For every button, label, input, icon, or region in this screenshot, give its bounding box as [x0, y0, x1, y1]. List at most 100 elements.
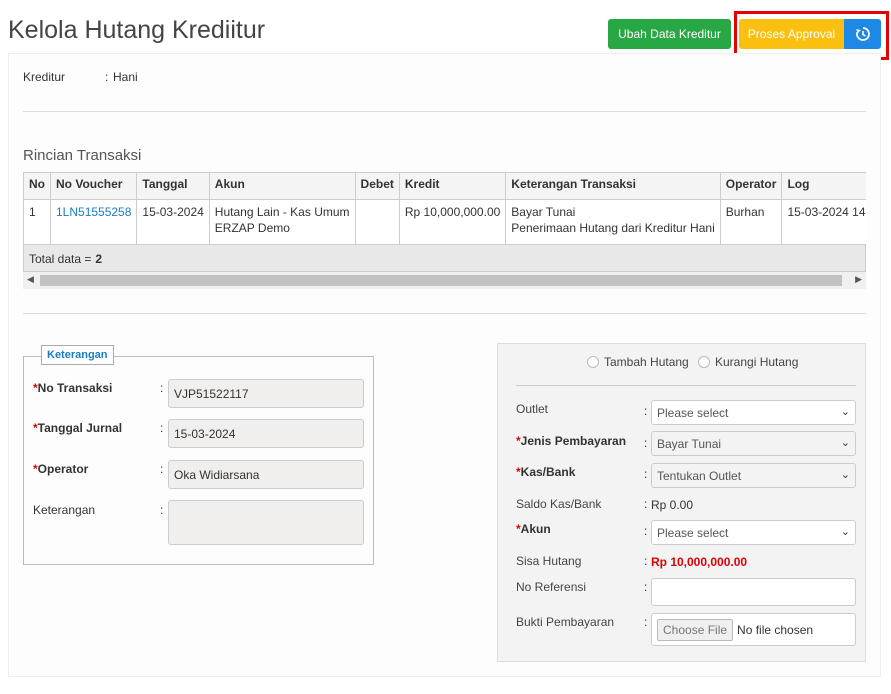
no-referensi-label: No Referensi: [516, 580, 587, 594]
radio-tambah-hutang[interactable]: Tambah Hutang: [587, 355, 689, 369]
operator-label-text: Operator: [37, 462, 89, 476]
scrollbar-thumb[interactable]: [40, 275, 842, 286]
col-voucher[interactable]: No Voucher: [49, 172, 138, 200]
cell-voucher: 1LN51555258: [49, 199, 138, 245]
bukti-pembayaran-file-input[interactable]: Choose File No file chosen: [651, 613, 856, 646]
colon: :: [644, 497, 648, 511]
radio-tambah-label: Tambah Hutang: [604, 355, 689, 369]
no-transaksi-label: *No Transaksi: [33, 381, 112, 395]
tanggal-jurnal-label: *Tanggal Jurnal: [33, 421, 122, 435]
chevron-down-icon: ⌄: [840, 526, 850, 538]
cell-no: 1: [23, 199, 51, 245]
operator-field[interactable]: Oka Widiarsana: [168, 460, 364, 489]
file-status: No file chosen: [737, 622, 814, 637]
cell-keterangan: Bayar Tunai Penerimaan Hutang dari Kredit…: [505, 199, 721, 245]
total-data: Total data = 2: [23, 244, 866, 272]
divider: [23, 111, 866, 112]
colon: :: [160, 462, 164, 476]
divider: [516, 385, 856, 386]
col-no[interactable]: No: [23, 172, 51, 200]
outlet-select[interactable]: Please select ⌄: [651, 400, 856, 425]
radio-kurangi-label: Kurangi Hutang: [715, 355, 799, 369]
scroll-right-icon[interactable]: ▶: [855, 274, 862, 285]
colon: :: [644, 436, 648, 450]
divider: [23, 313, 866, 314]
tanggal-jurnal-field[interactable]: 15-03-2024: [168, 419, 364, 448]
bukti-pembayaran-label: Bukti Pembayaran: [516, 615, 615, 629]
operator-label: *Operator: [33, 462, 88, 476]
colon: :: [644, 615, 648, 629]
radio-kurangi-hutang[interactable]: Kurangi Hutang: [698, 355, 798, 369]
keterangan-line-1: Bayar Tunai: [511, 205, 576, 219]
akun-select-value: Please select: [657, 526, 729, 540]
col-kredit[interactable]: Kredit: [398, 172, 507, 200]
keterangan-label: Keterangan: [33, 503, 96, 517]
col-operator[interactable]: Operator: [719, 172, 783, 200]
akun-label: *Akun: [516, 522, 551, 536]
total-value: 2: [95, 252, 103, 266]
proses-approval-button[interactable]: Proses Approval: [739, 19, 844, 49]
colon: :: [160, 421, 164, 435]
kas-bank-select-value: Tentukan Outlet: [657, 469, 742, 483]
cell-akun: Hutang Lain - Kas Umum ERZAP Demo: [208, 199, 356, 245]
kas-bank-label-text: Kas/Bank: [520, 465, 576, 479]
scroll-left-icon[interactable]: ◀: [27, 274, 34, 285]
ubah-data-kreditur-button[interactable]: Ubah Data Kreditur: [608, 19, 731, 49]
radio-circle[interactable]: [698, 356, 710, 368]
saldo-kas-bank-label: Saldo Kas/Bank: [516, 497, 602, 511]
chevron-down-icon: ⌄: [840, 406, 850, 418]
kreditur-colon: :: [105, 70, 109, 84]
rincian-transaksi-title: Rincian Transaksi: [23, 147, 142, 164]
no-transaksi-label-text: No Transaksi: [37, 381, 113, 395]
transaction-table: No No Voucher Tanggal Akun Debet Kredit …: [23, 172, 866, 245]
horizontal-scrollbar[interactable]: ◀ ▶: [23, 272, 866, 289]
keterangan-textarea[interactable]: [168, 500, 364, 545]
cell-operator: Burhan: [719, 199, 783, 245]
akun-line-2: ERZAP Demo: [214, 221, 290, 235]
outlet-select-value: Please select: [657, 406, 729, 420]
keterangan-line-2: Penerimaan Hutang dari Kreditur Hani: [511, 221, 715, 235]
colon: :: [644, 554, 648, 568]
kas-bank-select[interactable]: Tentukan Outlet ⌄: [651, 463, 856, 488]
chevron-down-icon: ⌄: [840, 437, 850, 449]
history-button[interactable]: [844, 19, 881, 49]
col-log[interactable]: Log: [781, 172, 866, 200]
col-akun[interactable]: Akun: [208, 172, 356, 200]
akun-line-1: Hutang Lain - Kas Umum: [214, 205, 350, 219]
colon: :: [644, 467, 648, 481]
tanggal-jurnal-label-text: Tanggal Jurnal: [37, 421, 123, 435]
radio-circle[interactable]: [587, 356, 599, 368]
no-referensi-input[interactable]: [651, 578, 856, 606]
saldo-kas-bank-value: Rp 0.00: [651, 498, 694, 512]
total-label: Total data =: [29, 252, 92, 266]
colon: :: [644, 580, 648, 594]
cell-log: 15-03-2024 14:53:57 +: [781, 199, 866, 245]
history-icon: [855, 27, 870, 41]
jenis-pembayaran-select-value: Bayar Tunai: [657, 437, 722, 451]
sisa-hutang-value: Rp 10,000,000.00: [651, 555, 748, 569]
jenis-pembayaran-label: *Jenis Pembayaran: [516, 434, 626, 448]
akun-label-text: Akun: [520, 522, 551, 536]
colon: :: [644, 524, 648, 538]
kas-bank-label: *Kas/Bank: [516, 465, 575, 479]
no-transaksi-field[interactable]: VJP51522117: [168, 379, 364, 408]
sisa-hutang-label: Sisa Hutang: [516, 554, 582, 568]
kreditur-value: Hani: [113, 70, 138, 84]
cell-kredit: Rp 10,000,000.00: [398, 199, 507, 245]
colon: :: [160, 503, 164, 517]
jenis-pembayaran-label-text: Jenis Pembayaran: [520, 434, 627, 448]
col-tanggal[interactable]: Tanggal: [136, 172, 210, 200]
cell-debet: [354, 199, 400, 245]
kreditur-label: Kreditur: [23, 70, 66, 84]
keterangan-legend: Keterangan: [41, 345, 114, 365]
cell-tanggal: 15-03-2024: [136, 199, 210, 245]
colon: :: [644, 404, 648, 418]
choose-file-button[interactable]: Choose File: [657, 618, 734, 641]
col-debet[interactable]: Debet: [354, 172, 400, 200]
colon: :: [160, 381, 164, 395]
akun-select[interactable]: Please select ⌄: [651, 520, 856, 545]
voucher-link[interactable]: 1LN51555258: [56, 205, 131, 219]
col-keterangan[interactable]: Keterangan Transaksi: [505, 172, 721, 200]
chevron-down-icon: ⌄: [840, 469, 850, 481]
jenis-pembayaran-select[interactable]: Bayar Tunai ⌄: [651, 431, 856, 456]
